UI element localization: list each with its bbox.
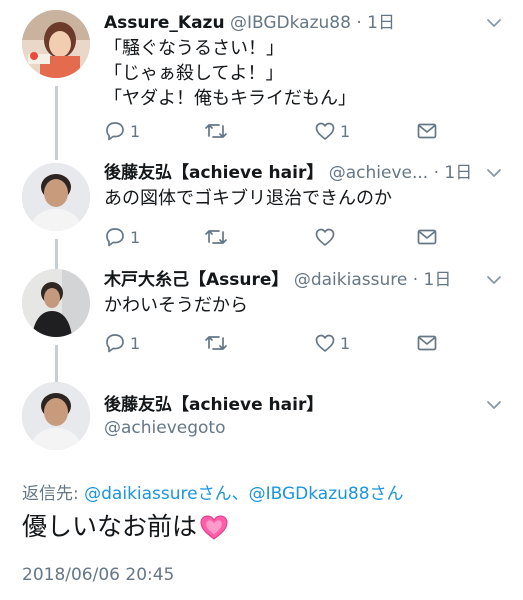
thread-line (55, 86, 58, 160)
tweet-time[interactable]: 1日 (424, 270, 452, 290)
envelope-icon (417, 123, 437, 139)
envelope-icon (417, 335, 437, 351)
tweet-text: 優しいなお前は (22, 512, 198, 541)
like-button[interactable] (314, 224, 340, 250)
reply-handle-link[interactable]: @IBGDkazu88さん (249, 484, 404, 504)
tweet-text-line: 「騒ぐなうるさい！」 (104, 38, 284, 59)
reply-count: 1 (130, 121, 141, 141)
direct-message-button[interactable] (416, 118, 438, 144)
retweet-icon (205, 336, 227, 350)
user-handle[interactable]: @achievegoto (104, 418, 226, 438)
reply-icon (106, 334, 124, 353)
reply-handle-link[interactable]: @daikiassureさん (84, 484, 231, 504)
thread-line (55, 345, 58, 382)
tweet-actions: 1 (104, 224, 437, 250)
separator-dot: · (356, 13, 362, 33)
replying-to: 返信先: @daikiassureさん、@IBGDkazu88さん (22, 479, 404, 504)
retweet-button[interactable] (204, 330, 232, 356)
reply-button[interactable]: 1 (104, 224, 140, 250)
display-name[interactable]: Assure_Kazu (104, 13, 225, 33)
like-count: 1 (340, 333, 351, 353)
heart-outline-icon (315, 228, 335, 246)
heart-outline-icon (315, 122, 335, 140)
user-handle[interactable]: @IBGDkazu88 (230, 13, 351, 33)
tweet-header: 後藤友弘【achieve hair】 @achieve... · 1日 (104, 160, 483, 186)
tweet-header: 木戸大糸己【Assure】 @daikiassure · 1日 (104, 267, 483, 293)
tweet-text-line: 「じゃぁ殺してよ！」 (104, 63, 284, 84)
envelope-icon (417, 229, 437, 245)
reply-count: 1 (130, 333, 141, 353)
direct-message-button[interactable] (416, 330, 438, 356)
avatar[interactable] (22, 382, 90, 450)
display-name[interactable]: 後藤友弘【achieve hair】 (104, 395, 323, 415)
tweet-header: 後藤友弘【achieve hair】 (104, 392, 483, 418)
tweet-actions: 1 1 (104, 330, 437, 356)
reply-icon (106, 122, 124, 141)
heart-outline-icon (315, 334, 335, 352)
reply-separator: 、 (231, 484, 249, 504)
tweet-text: かわいそうだから (104, 293, 499, 318)
tweet-timestamp[interactable]: 2018/06/06 20:45 (22, 565, 174, 585)
like-button[interactable]: 1 (314, 330, 350, 356)
heart-icon (200, 515, 228, 540)
retweet-button[interactable] (204, 118, 232, 144)
reply-button[interactable]: 1 (104, 118, 140, 144)
retweet-icon (205, 124, 227, 138)
tweet-time[interactable]: 1日 (444, 163, 472, 183)
tweet-header: Assure_Kazu @IBGDkazu88 · 1日 (104, 10, 483, 36)
user-handle[interactable]: @daikiassure (294, 270, 407, 290)
focused-tweet: 後藤友弘【achieve hair】 @achievegoto (0, 382, 523, 462)
separator-dot: · (433, 163, 439, 183)
avatar[interactable] (22, 163, 90, 231)
retweet-icon (205, 230, 227, 244)
replying-to-label: 返信先: (22, 484, 79, 504)
reply-count: 1 (130, 227, 141, 247)
chevron-down-icon[interactable] (485, 14, 503, 32)
tweet-text: 「騒ぐなうるさい！」 「じゃぁ殺してよ！」 「ヤダよ！俺もキライだもん」 (104, 36, 499, 111)
tweet[interactable]: Assure_Kazu @IBGDkazu88 · 1日 「騒ぐなうるさい！」 … (0, 10, 523, 160)
direct-message-button[interactable] (416, 224, 438, 250)
tweet-time[interactable]: 1日 (367, 13, 395, 33)
chevron-down-icon[interactable] (485, 396, 503, 414)
like-count: 1 (340, 121, 351, 141)
chevron-down-icon[interactable] (485, 164, 503, 182)
chevron-down-icon[interactable] (485, 271, 503, 289)
avatar[interactable] (22, 10, 90, 78)
retweet-button[interactable] (204, 224, 232, 250)
reply-icon (106, 228, 124, 247)
thread-line (55, 239, 58, 270)
separator-dot: · (412, 270, 419, 290)
tweet-text: あの図体でゴキブリ退治できんのか (104, 186, 499, 211)
tweet-text-line: かわいそうだから (104, 295, 248, 316)
display-name[interactable]: 後藤友弘【achieve hair】 (104, 163, 323, 183)
avatar[interactable] (22, 269, 90, 337)
user-handle[interactable]: @achieve... (329, 163, 428, 183)
focused-tweet-text: 優しいなお前は (22, 509, 229, 545)
display-name[interactable]: 木戸大糸己【Assure】 (104, 270, 288, 290)
tweet[interactable]: 後藤友弘【achieve hair】 @achieve... · 1日 あの図体… (0, 160, 523, 270)
reply-button[interactable]: 1 (104, 330, 140, 356)
tweet-text-line: あの図体でゴキブリ退治できんのか (104, 188, 392, 209)
tweet-actions: 1 1 (104, 118, 437, 144)
tweet-text-line: 「ヤダよ！俺もキライだもん」 (104, 88, 356, 109)
tweet[interactable]: 木戸大糸己【Assure】 @daikiassure · 1日 かわいそうだから… (0, 267, 523, 382)
like-button[interactable]: 1 (314, 118, 350, 144)
